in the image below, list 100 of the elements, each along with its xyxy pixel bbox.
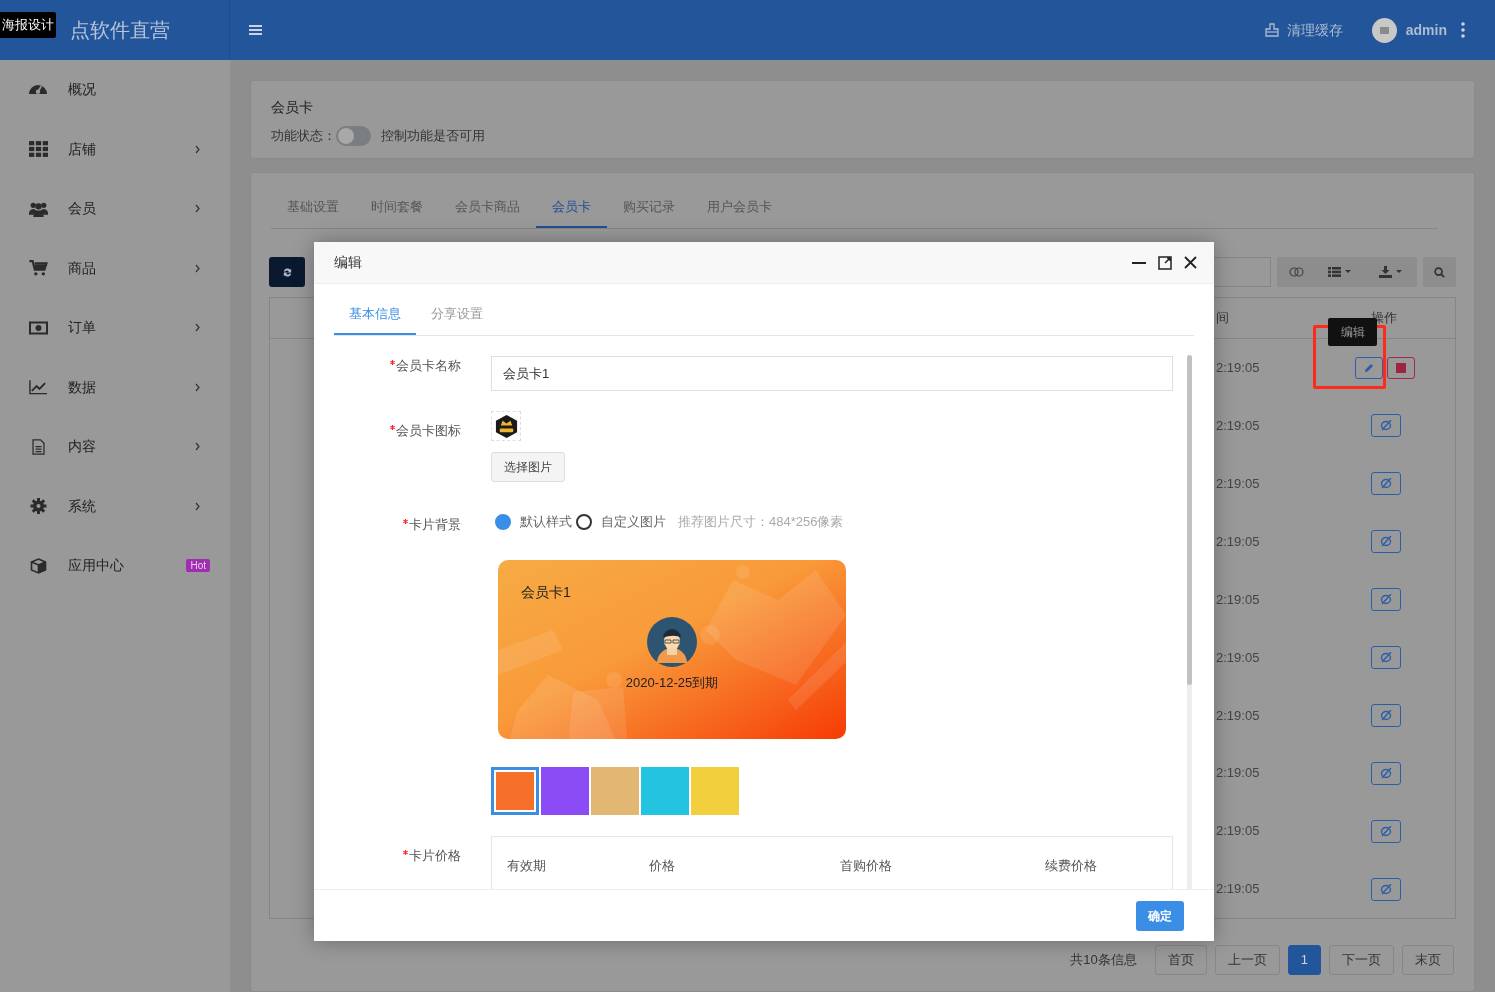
- sidebar-item[interactable]: 商品: [0, 238, 230, 298]
- radio-label[interactable]: 自定义图片: [601, 512, 666, 532]
- status-button[interactable]: [1371, 877, 1401, 901]
- brand-name: 点软件直营: [70, 18, 170, 43]
- status-button[interactable]: [1371, 530, 1401, 554]
- table-cell-text: 2:19:05: [1216, 880, 1261, 899]
- color-swatch[interactable]: [591, 767, 639, 815]
- color-swatch[interactable]: [491, 767, 539, 815]
- column-header: 价格: [649, 857, 676, 876]
- switch-hint: 控制功能是否可用: [381, 127, 485, 146]
- slashed-circle-icon: [1380, 883, 1392, 895]
- slashed-circle-icon: [1380, 651, 1392, 663]
- page-button[interactable]: 首页: [1154, 945, 1207, 975]
- color-swatch[interactable]: [541, 767, 589, 815]
- slashed-circle-icon: [1380, 478, 1392, 490]
- tab[interactable]: 分享设置: [416, 294, 498, 335]
- sidebar-item[interactable]: 概况: [0, 60, 230, 120]
- pencil-icon: [1364, 362, 1374, 373]
- table-cell-text: 2:19:05: [1216, 474, 1261, 493]
- card-name: 会员卡1: [521, 583, 571, 602]
- maximize-icon[interactable]: [1158, 255, 1172, 270]
- tab[interactable]: 用户会员卡: [691, 187, 788, 228]
- table-cell-text: 2:19:05: [1216, 706, 1261, 725]
- edit-button[interactable]: [1355, 356, 1383, 379]
- slashed-circle-icon: [1380, 825, 1392, 837]
- name-input[interactable]: 会员卡1: [491, 356, 1173, 391]
- toggle-switch[interactable]: [336, 126, 371, 146]
- sidebar-item[interactable]: 内容: [0, 417, 230, 477]
- sidebar-item[interactable]: 系统: [0, 476, 230, 536]
- select-image-button[interactable]: 选择图片: [491, 452, 565, 482]
- search-button[interactable]: [1423, 257, 1456, 287]
- field-label: 卡片价格: [409, 847, 461, 865]
- sidebar-item[interactable]: 数据: [0, 357, 230, 417]
- hint-text: 推荐图片尺寸：484*256像素: [678, 513, 844, 532]
- slashed-circle-icon: [1380, 536, 1392, 548]
- sidebar-item[interactable]: 订单: [0, 298, 230, 358]
- feature-title: 会员卡: [271, 98, 314, 117]
- tab[interactable]: 时间套餐: [355, 187, 439, 228]
- table-cell-text: 2:19:05: [1216, 764, 1261, 783]
- tab[interactable]: 基本信息: [334, 294, 416, 335]
- gauge-icon: [29, 85, 47, 95]
- tab[interactable]: 购买记录: [607, 187, 691, 228]
- logo-tooltip: 海报设计: [0, 12, 56, 38]
- table-cell-text: 2:19:05: [1216, 822, 1261, 841]
- square-icon: [1396, 362, 1406, 373]
- sidebar-item[interactable]: 会员: [0, 179, 230, 239]
- column-header: 间: [1216, 309, 1230, 328]
- close-icon[interactable]: [1184, 256, 1197, 269]
- status-button[interactable]: [1371, 819, 1401, 843]
- line-chart-icon: [29, 379, 48, 396]
- document-icon: [29, 438, 48, 455]
- edit-tooltip: 编辑: [1328, 318, 1377, 346]
- broom-icon: [1264, 23, 1279, 37]
- status-button[interactable]: [1371, 645, 1401, 669]
- tab[interactable]: 会员卡商品: [439, 187, 536, 228]
- column-header: 续费价格: [1045, 857, 1098, 876]
- grid-icon: [29, 141, 48, 158]
- slashed-circle-icon: [1380, 767, 1392, 779]
- person-avatar-icon: [647, 617, 697, 667]
- page-button[interactable]: 末页: [1402, 945, 1454, 975]
- more-icon[interactable]: [1461, 22, 1465, 38]
- slashed-circle-icon: [1380, 594, 1392, 605]
- scrollbar-thumb[interactable]: [1187, 355, 1192, 685]
- table-cell-text: 2:19:05: [1216, 417, 1261, 436]
- color-swatch[interactable]: [691, 767, 739, 815]
- color-swatch[interactable]: [641, 767, 689, 815]
- refresh-button[interactable]: [269, 257, 305, 287]
- radio-button[interactable]: [495, 514, 511, 530]
- confirm-button[interactable]: 确定: [1136, 900, 1184, 931]
- sidebar-item[interactable]: 应用中心 Hot: [0, 536, 230, 596]
- status-button[interactable]: [1371, 472, 1401, 496]
- cart-icon: [29, 260, 48, 277]
- status-button[interactable]: [1371, 414, 1401, 438]
- status-button[interactable]: [1371, 588, 1401, 611]
- status-button[interactable]: [1371, 703, 1401, 727]
- tab[interactable]: 会员卡: [536, 187, 607, 228]
- toggle-view-icon[interactable]: [1289, 267, 1305, 277]
- radio-button[interactable]: [576, 514, 592, 530]
- avatar-icon: [1371, 17, 1397, 43]
- user-name[interactable]: admin: [1405, 19, 1447, 41]
- menu-icon[interactable]: [249, 24, 262, 36]
- cash-icon: [29, 319, 48, 336]
- tab[interactable]: 基础设置: [271, 187, 355, 228]
- table-cell-text: 2:19:05: [1216, 359, 1261, 378]
- delete-button[interactable]: [1387, 356, 1415, 379]
- gear-icon: [29, 498, 48, 515]
- pagination-summary: 共10条信息: [1070, 951, 1137, 970]
- field-label: 会员卡图标: [396, 422, 461, 440]
- clear-cache-button[interactable]: 清理缓存: [1264, 19, 1343, 41]
- table-cell-text: 2:19:05: [1216, 532, 1261, 551]
- refresh-icon: [281, 266, 293, 278]
- download-dropdown-icon[interactable]: [1378, 266, 1405, 278]
- status-button[interactable]: [1371, 761, 1401, 785]
- page-button[interactable]: 1: [1287, 945, 1321, 975]
- field-label: 会员卡名称: [396, 357, 461, 375]
- slashed-circle-icon: [1380, 420, 1392, 432]
- sidebar-item[interactable]: 店铺: [0, 119, 230, 179]
- radio-label[interactable]: 默认样式: [520, 512, 572, 532]
- slashed-circle-icon: [1380, 709, 1392, 721]
- status-label: 功能状态：: [271, 127, 336, 146]
